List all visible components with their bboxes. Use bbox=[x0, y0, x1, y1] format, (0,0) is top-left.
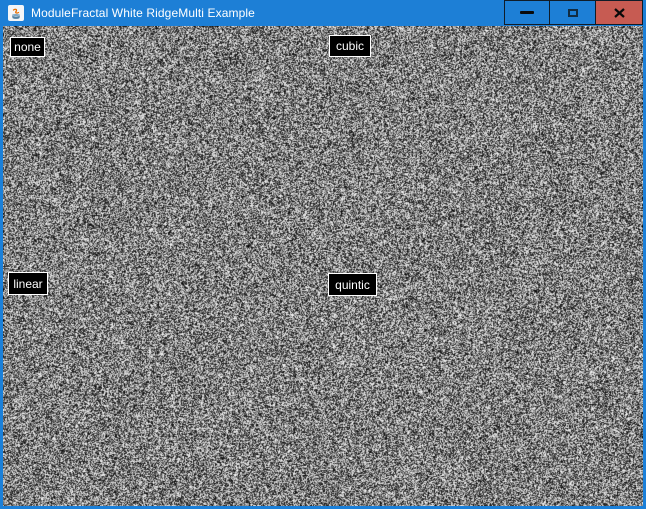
java-coffee-cup-icon bbox=[8, 5, 24, 21]
interp-label-none: none bbox=[10, 37, 45, 57]
app-window: none cubic linear quintic ModuleFractal Whi… bbox=[0, 0, 646, 509]
close-x-icon bbox=[613, 7, 625, 18]
interp-label-quintic: quintic bbox=[328, 273, 377, 296]
noise-image bbox=[3, 26, 643, 506]
interp-label-cubic: cubic bbox=[329, 35, 371, 57]
close-button[interactable] bbox=[596, 0, 643, 25]
maximize-button[interactable] bbox=[550, 0, 596, 25]
maximize-square-icon bbox=[567, 8, 578, 17]
window-title: ModuleFractal White RidgeMulti Example bbox=[31, 6, 255, 20]
minimize-button[interactable] bbox=[504, 0, 550, 25]
render-canvas-area bbox=[3, 26, 643, 506]
minimize-dash-icon bbox=[520, 11, 534, 14]
interp-label-linear: linear bbox=[8, 272, 48, 295]
caption-buttons bbox=[504, 0, 643, 25]
